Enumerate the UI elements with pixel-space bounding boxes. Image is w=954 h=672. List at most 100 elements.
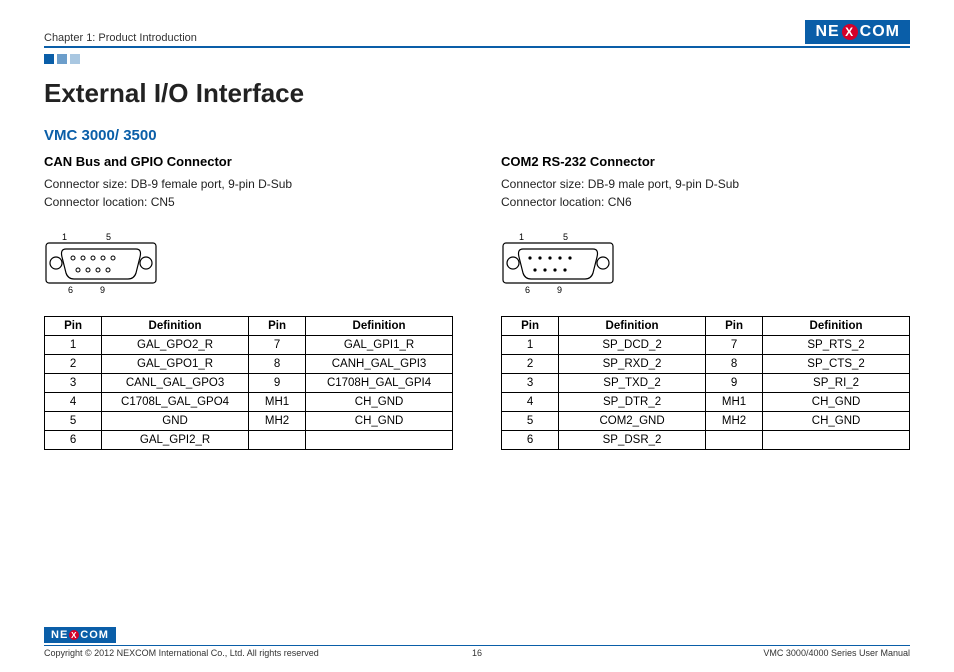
table-cell: 3 <box>502 374 559 393</box>
table-cell: SP_DCD_2 <box>559 336 706 355</box>
table-cell: C1708L_GAL_GPO4 <box>102 393 249 412</box>
nexcom-logo: NE X COM <box>805 20 910 44</box>
page-header: Chapter 1: Product Introduction NE X COM <box>44 20 910 48</box>
table-cell: MH1 <box>705 393 762 412</box>
chapter-title: Chapter 1: Product Introduction <box>44 32 197 44</box>
table-row: 5COM2_GNDMH2CH_GND <box>502 412 910 431</box>
copyright-text: Copyright © 2012 NEXCOM International Co… <box>44 648 319 658</box>
th-pin: Pin <box>45 317 102 336</box>
right-column: COM2 RS-232 Connector Connector size: DB… <box>501 154 910 450</box>
table-cell: GAL_GPI1_R <box>306 336 453 355</box>
table-cell: 7 <box>248 336 305 355</box>
table-cell: GAL_GPO2_R <box>102 336 249 355</box>
table-header-row: Pin Definition Pin Definition <box>502 317 910 336</box>
table-row: 3SP_TXD_29SP_RI_2 <box>502 374 910 393</box>
table-cell: MH1 <box>248 393 305 412</box>
left-table-body: 1GAL_GPO2_R7GAL_GPI1_R2GAL_GPO1_R8CANH_G… <box>45 336 453 450</box>
th-pin2: Pin <box>248 317 305 336</box>
right-desc-2: Connector location: CN6 <box>501 193 910 211</box>
table-cell: SP_RI_2 <box>763 374 910 393</box>
right-desc-1: Connector size: DB-9 male port, 9-pin D-… <box>501 175 910 193</box>
table-cell: 6 <box>45 431 102 450</box>
table-cell: 9 <box>705 374 762 393</box>
table-row: 2GAL_GPO1_R8CANH_GAL_GPI3 <box>45 355 453 374</box>
table-cell: 2 <box>502 355 559 374</box>
right-heading: COM2 RS-232 Connector <box>501 154 910 169</box>
th-def: Definition <box>102 317 249 336</box>
right-pin-table: Pin Definition Pin Definition 1SP_DCD_27… <box>501 316 910 450</box>
page-footer: NE X COM Copyright © 2012 NEXCOM Interna… <box>44 625 910 658</box>
footer-x-icon: X <box>69 630 79 640</box>
th-def2: Definition <box>763 317 910 336</box>
table-cell: 9 <box>248 374 305 393</box>
table-cell: 8 <box>248 355 305 374</box>
left-desc-2: Connector location: CN5 <box>44 193 453 211</box>
table-cell: MH2 <box>705 412 762 431</box>
pin-label-5: 5 <box>106 232 111 242</box>
logo-x-icon: X <box>842 24 858 40</box>
pin-label-9: 9 <box>557 285 562 295</box>
table-cell: 5 <box>45 412 102 431</box>
pin-label-9: 9 <box>100 285 105 295</box>
right-table-body: 1SP_DCD_27SP_RTS_22SP_RXD_28SP_CTS_23SP_… <box>502 336 910 450</box>
table-cell: SP_TXD_2 <box>559 374 706 393</box>
th-pin2: Pin <box>705 317 762 336</box>
footer-logo: NE X COM <box>44 627 116 643</box>
table-cell: 3 <box>45 374 102 393</box>
table-row: 5GNDMH2CH_GND <box>45 412 453 431</box>
table-cell: SP_DSR_2 <box>559 431 706 450</box>
table-cell: CANH_GAL_GPI3 <box>306 355 453 374</box>
manual-name: VMC 3000/4000 Series User Manual <box>763 648 910 658</box>
table-cell <box>248 431 305 450</box>
section-subtitle: VMC 3000/ 3500 <box>44 127 910 144</box>
th-pin: Pin <box>502 317 559 336</box>
table-cell: 1 <box>502 336 559 355</box>
page-number: 16 <box>472 648 482 658</box>
table-cell: 7 <box>705 336 762 355</box>
table-cell: 4 <box>502 393 559 412</box>
table-cell: 2 <box>45 355 102 374</box>
decorative-squares <box>44 54 910 64</box>
pin-label-6: 6 <box>68 285 73 295</box>
pin-label-6: 6 <box>525 285 530 295</box>
table-cell: CH_GND <box>306 393 453 412</box>
table-cell: SP_DTR_2 <box>559 393 706 412</box>
table-cell: CH_GND <box>763 412 910 431</box>
table-row: 6GAL_GPI2_R <box>45 431 453 450</box>
table-row: 1SP_DCD_27SP_RTS_2 <box>502 336 910 355</box>
table-cell <box>306 431 453 450</box>
db9-male-diagram: 1 5 6 9 <box>501 231 616 295</box>
left-desc-1: Connector size: DB-9 female port, 9-pin … <box>44 175 453 193</box>
table-header-row: Pin Definition Pin Definition <box>45 317 453 336</box>
table-cell: C1708H_GAL_GPI4 <box>306 374 453 393</box>
table-cell: GAL_GPO1_R <box>102 355 249 374</box>
left-column: CAN Bus and GPIO Connector Connector siz… <box>44 154 453 450</box>
pin-label-1: 1 <box>519 232 524 242</box>
table-cell: 5 <box>502 412 559 431</box>
table-cell <box>705 431 762 450</box>
page-title: External I/O Interface <box>44 78 910 109</box>
table-cell: COM2_GND <box>559 412 706 431</box>
table-cell: SP_RTS_2 <box>763 336 910 355</box>
table-cell: 1 <box>45 336 102 355</box>
table-cell: GAL_GPI2_R <box>102 431 249 450</box>
left-pin-table: Pin Definition Pin Definition 1GAL_GPO2_… <box>44 316 453 450</box>
table-row: 1GAL_GPO2_R7GAL_GPI1_R <box>45 336 453 355</box>
table-cell: 8 <box>705 355 762 374</box>
table-cell: CANL_GAL_GPO3 <box>102 374 249 393</box>
pin-label-1: 1 <box>62 232 67 242</box>
table-cell <box>763 431 910 450</box>
table-cell: 4 <box>45 393 102 412</box>
table-row: 4SP_DTR_2MH1CH_GND <box>502 393 910 412</box>
logo-part-b: COM <box>860 23 900 41</box>
left-heading: CAN Bus and GPIO Connector <box>44 154 453 169</box>
table-cell: CH_GND <box>306 412 453 431</box>
th-def2: Definition <box>306 317 453 336</box>
table-row: 3CANL_GAL_GPO39C1708H_GAL_GPI4 <box>45 374 453 393</box>
table-row: 6SP_DSR_2 <box>502 431 910 450</box>
table-cell: GND <box>102 412 249 431</box>
table-row: 4C1708L_GAL_GPO4MH1CH_GND <box>45 393 453 412</box>
table-cell: SP_RXD_2 <box>559 355 706 374</box>
table-cell: MH2 <box>248 412 305 431</box>
db9-female-diagram: 1 5 6 9 <box>44 231 159 295</box>
